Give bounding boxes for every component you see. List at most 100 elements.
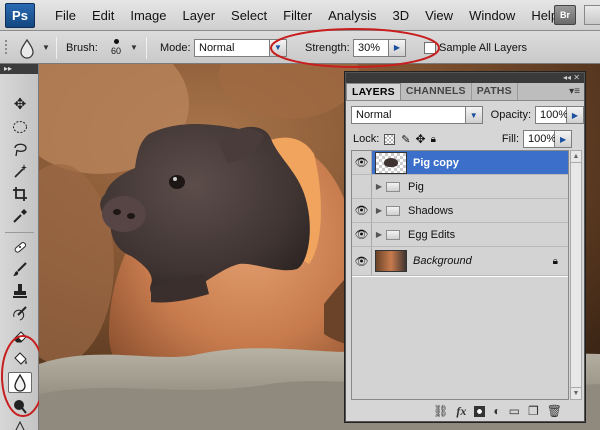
brush-size: 60 [110,46,121,56]
layer-row-pig[interactable]: ▶ Pig [352,175,568,199]
workspace-grid-button[interactable] [584,5,600,25]
layer-row-pig-copy[interactable]: 👁︎ Pig copy [352,151,568,175]
layer-name: Background [413,255,472,267]
new-group-icon[interactable]: ▭ [509,404,520,418]
annotation-circle-strength [270,28,440,68]
visibility-eye-icon[interactable]: 👁︎ [352,247,372,275]
layer-lock-icon: 🔒︎ [552,255,558,267]
layers-scrollbar[interactable]: ▲ ▼ [570,150,582,400]
mode-select[interactable]: Normal [194,38,270,57]
menu-image[interactable]: Image [122,0,174,31]
visibility-eye-icon[interactable]: 👁︎ [352,151,372,174]
opacity-slider-arrow[interactable]: ▶ [567,106,584,124]
options-grip [4,31,10,64]
lasso-icon [14,143,27,156]
eyedropper-tool[interactable] [8,205,32,226]
lasso-tool[interactable] [8,138,32,159]
layer-row-background[interactable]: 👁︎ Background 🔒︎ [352,247,568,276]
group-expand-icon[interactable]: ▶ [372,182,386,191]
visibility-eye-icon[interactable]: 👁︎ [352,199,372,222]
layers-list: 👁︎ Pig copy ▶ Pig 👁︎ ▶ Shadows 👁︎ ▶ Egg … [351,150,569,400]
adjustment-layer-icon[interactable]: ◐ [493,404,500,418]
scroll-down-arrow[interactable]: ▼ [571,387,581,399]
tab-channels[interactable]: CHANNELS [401,83,472,100]
blend-mode-dropdown-arrow[interactable]: ▼ [465,106,483,124]
brush-picker[interactable]: 60 [106,31,126,64]
brush-tool[interactable] [8,258,32,279]
lock-label: Lock: [353,133,380,145]
marquee-tool[interactable] [8,116,32,137]
history-brush-tool[interactable] [8,302,32,323]
layers-panel: ◂◂ ✕ LAYERS CHANNELS PATHS ▾≡ Normal ▼ O… [345,72,585,422]
lock-transparent-icon[interactable] [384,133,396,145]
clone-stamp-tool[interactable] [8,280,32,301]
lock-position-icon[interactable]: ✥ [416,132,426,146]
move-icon: ✥ [13,95,27,113]
folder-icon [386,229,400,240]
menu-edit[interactable]: Edit [84,0,122,31]
blur-tool-icon [20,38,34,59]
magic-wand-icon [14,163,27,178]
tab-paths[interactable]: PATHS [472,83,518,100]
history-brush-icon [13,305,27,320]
paintbrush-icon [13,261,27,276]
pig-thumbnail-icon [384,158,398,167]
group-expand-icon[interactable]: ▶ [372,230,386,239]
photoshop-window: Ps File Edit Image Layer Select Filter A… [0,0,600,430]
fill-input[interactable]: 100% [523,130,556,148]
add-mask-icon[interactable] [474,405,486,417]
layer-thumbnail [375,151,407,174]
layers-panel-footer: ⛓︎ fx ◐ ▭ ❐ 🗑︎ [346,401,584,421]
layer-name: Shadows [408,204,454,217]
chevron-down-icon: ▼ [42,43,50,52]
crop-icon [13,186,27,201]
lock-pixels-brush-icon[interactable]: ✎ [401,133,410,146]
layer-style-icon[interactable]: fx [456,404,466,419]
sample-all-layers-label: Sample All Layers [439,41,528,54]
panel-tabs: LAYERS CHANNELS PATHS ▾≡ [346,83,584,101]
folder-icon [386,205,400,216]
ellipse-marquee-icon [13,120,27,133]
tab-layers[interactable]: LAYERS [346,83,401,100]
panel-collapse-bar[interactable]: ◂◂ ✕ [346,73,584,83]
bridge-button[interactable]: Br [554,5,576,25]
fill-slider-arrow[interactable]: ▶ [555,130,573,148]
tools-panel: ▸▸ ✥ [0,64,45,430]
opacity-label: Opacity: [490,109,532,121]
layers-empty-area [352,277,568,399]
layer-row-shadows[interactable]: 👁︎ ▶ Shadows [352,199,568,223]
brush-tip-icon [113,39,119,44]
layer-name: Pig [408,180,424,193]
photoshop-logo: Ps [5,2,35,28]
delete-layer-icon[interactable]: 🗑︎ [547,404,562,418]
eyedropper-icon [13,208,27,223]
brush-label: Brush: [66,41,98,54]
layer-name: Pig copy [413,156,459,169]
menu-file[interactable]: File [47,0,84,31]
menu-layer[interactable]: Layer [175,0,224,31]
tool-preset-picker[interactable]: ▼ [16,31,50,64]
layer-name: Egg Edits [408,228,456,241]
magic-wand-tool[interactable] [8,160,32,181]
visibility-toggle-empty[interactable] [352,175,372,198]
spot-healing-tool[interactable] [8,236,32,257]
stamp-icon [13,283,27,298]
menu-window[interactable]: Window [461,0,523,31]
new-layer-icon[interactable]: ❐ [528,404,539,418]
folder-icon [386,181,400,192]
link-layers-icon[interactable]: ⛓︎ [433,404,448,418]
blend-mode-select[interactable]: Normal [351,106,466,124]
group-expand-icon[interactable]: ▶ [372,206,386,215]
panel-menu-icon[interactable]: ▾≡ [569,86,580,97]
layer-thumbnail [375,250,407,272]
tools-panel-header[interactable]: ▸▸ [0,64,38,74]
move-tool[interactable]: ✥ [8,93,32,114]
layer-row-egg-edits[interactable]: 👁︎ ▶ Egg Edits [352,223,568,247]
opacity-input[interactable]: 100% [535,106,568,124]
scroll-up-arrow[interactable]: ▲ [571,151,581,163]
lock-all-icon[interactable]: 🔒︎ [431,134,436,145]
bandage-icon [14,241,27,253]
visibility-eye-icon[interactable]: 👁︎ [352,223,372,246]
crop-tool[interactable] [8,183,32,204]
brush-chevron-icon[interactable]: ▼ [130,31,138,64]
